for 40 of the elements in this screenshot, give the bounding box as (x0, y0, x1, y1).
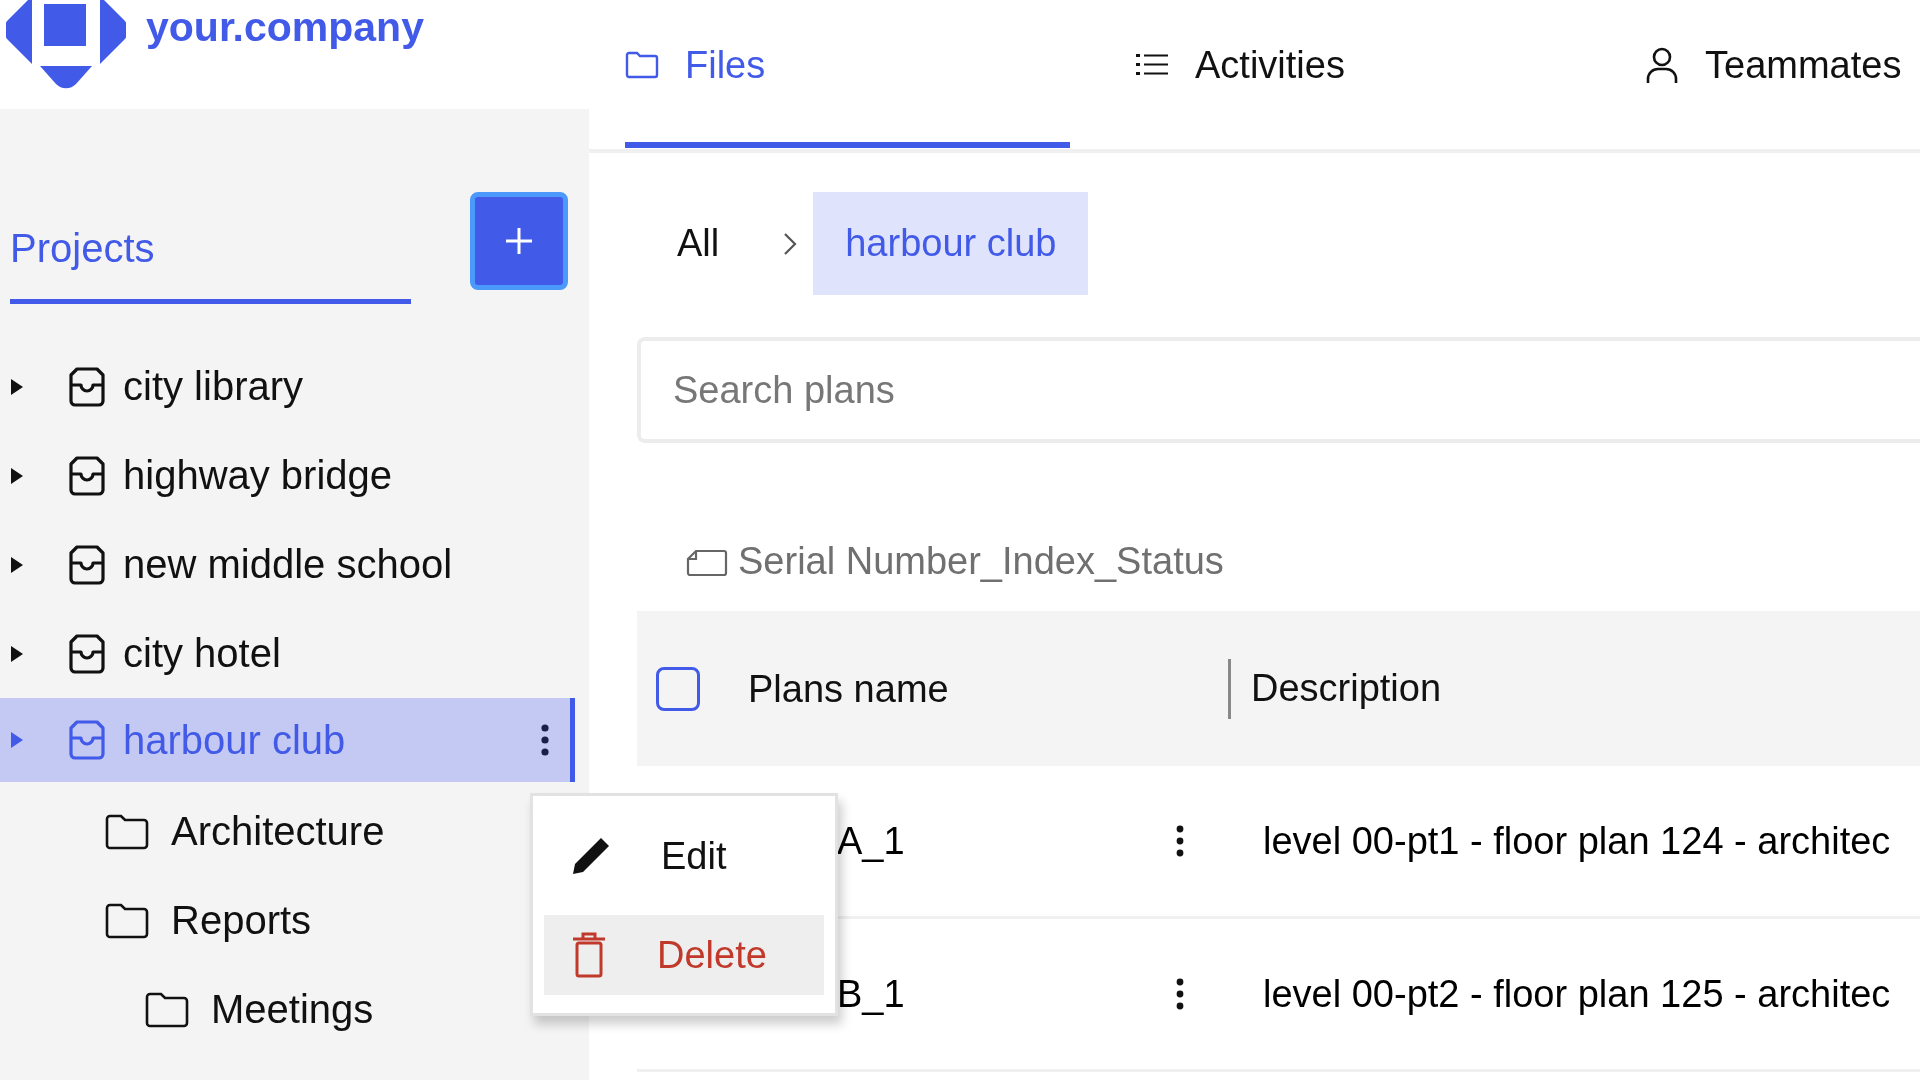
expand-triangle-icon (10, 644, 24, 663)
column-header: Plans name (748, 658, 1231, 719)
expand-triangle-icon (10, 555, 24, 574)
company-name: your.company (146, 4, 424, 51)
pencil-icon (571, 836, 611, 876)
table-cell: level 00-pt1 - floor plan 124 - architec (1263, 819, 1891, 863)
tree-item[interactable]: new middle school (0, 520, 575, 609)
expand-triangle-icon (10, 731, 24, 749)
more-options-icon (1175, 977, 1185, 1011)
expand-triangle-icon (10, 466, 24, 485)
nav-tab[interactable]: Activities (1135, 0, 1580, 148)
table-cell-text: B_1 (837, 972, 906, 1016)
more-options-icon (1175, 824, 1185, 858)
folder-icon (145, 991, 189, 1028)
nav-tab[interactable]: Teammates (1645, 0, 1902, 148)
add-project-button[interactable] (470, 192, 568, 290)
person-icon (1645, 46, 1679, 84)
table-cell: level 00-pt2 - floor plan 125 - architec (1263, 972, 1891, 1016)
group-label: Serial Number_Index_Status (738, 539, 1224, 583)
breadcrumb-link[interactable]: All (645, 192, 752, 295)
nav-tab[interactable]: Files (625, 0, 1070, 148)
table-cell-text: A_1 (837, 819, 906, 863)
plus-icon (504, 226, 534, 256)
logo-icon (6, 0, 126, 90)
expand-triangle-icon (10, 377, 24, 396)
tree-item[interactable]: highway bridge (0, 431, 575, 520)
search-field[interactable]: Search plans (637, 337, 1920, 443)
tree-item[interactable]: city library (0, 342, 575, 431)
column-header: Description (1250, 667, 1442, 710)
chevron-right-icon (783, 231, 798, 256)
breadcrumb-link[interactable]: harbour club (813, 192, 1089, 295)
projects-heading: Projects (10, 216, 411, 304)
folder-icon (105, 813, 149, 850)
select-all-checkbox[interactable] (656, 666, 700, 711)
folder-icon (625, 50, 659, 80)
menu-item[interactable]: Delete (544, 915, 824, 995)
tree-item[interactable]: city hotel (0, 609, 575, 698)
more-options-icon (540, 723, 550, 757)
trash-icon (571, 931, 607, 979)
folder-icon (105, 902, 149, 939)
